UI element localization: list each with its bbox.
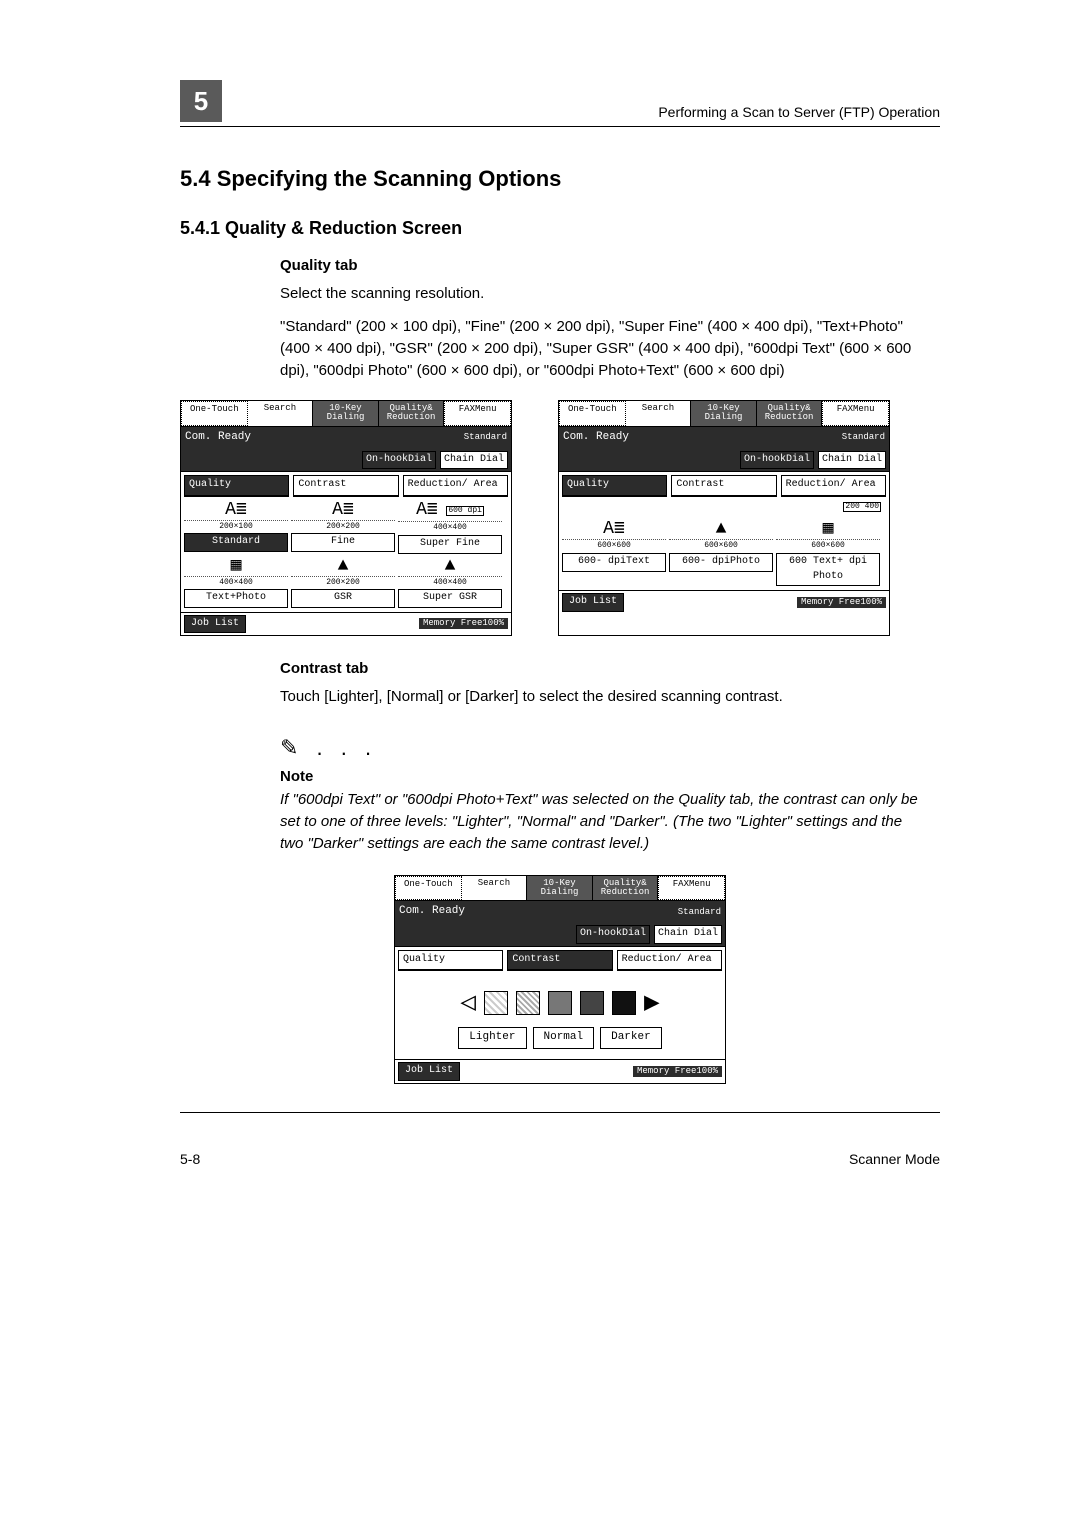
contrast-step <box>484 991 508 1015</box>
dpi-chip[interactable]: 200 400 <box>843 502 881 512</box>
lcd-tab-search[interactable]: Search <box>462 876 528 901</box>
note-icon: ✎ . . . <box>280 732 940 764</box>
memory-indicator: Memory Free100% <box>633 1066 722 1077</box>
opt-600photo[interactable]: ▲ 600×600 600- dpiPhoto <box>669 520 773 586</box>
lcd-tab-10key[interactable]: 10-Key Dialing <box>313 401 379 426</box>
page-footer: 5-8 Scanner Mode <box>180 1112 940 1169</box>
lcd-status: Com. Ready <box>399 904 465 920</box>
contrast-body: Touch [Lighter], [Normal] or [Darker] to… <box>280 686 920 708</box>
contrast-step <box>612 991 636 1015</box>
onhookdial-button[interactable]: On-hookDial <box>740 451 814 470</box>
quality-tab-heading: Quality tab <box>280 255 940 277</box>
darker-button[interactable]: Darker <box>600 1027 662 1049</box>
note-heading: Note <box>280 766 940 788</box>
normal-button[interactable]: Normal <box>533 1027 595 1049</box>
lcd-tab-quality-reduction[interactable]: Quality& Reduction <box>593 876 659 901</box>
lcd-panel-quality-1: One-Touch Search 10-Key Dialing Quality&… <box>180 400 512 636</box>
lcd-tab-search[interactable]: Search <box>248 401 314 426</box>
photo-icon: ▲ <box>398 557 502 575</box>
memory-indicator: Memory Free100% <box>797 597 886 608</box>
lcd-status: Com. Ready <box>185 430 251 446</box>
chaindial-button[interactable]: Chain Dial <box>654 925 722 944</box>
mixed-icon: ▦ <box>776 520 880 538</box>
lcd-mode: Standard <box>678 906 721 919</box>
dpi-chip[interactable]: 600 dpi <box>446 506 484 516</box>
page-header: 5 Performing a Scan to Server (FTP) Oper… <box>180 80 940 127</box>
text-icon: A≣ <box>184 501 288 519</box>
contrast-step <box>548 991 572 1015</box>
page-number: 5-8 <box>180 1149 200 1169</box>
lcd-panel-quality-2: One-Touch Search 10-Key Dialing Quality&… <box>558 400 890 636</box>
opt-standard[interactable]: A≣ 200×100 Standard <box>184 501 288 554</box>
subtab-contrast[interactable]: Contrast <box>293 475 398 497</box>
joblist-button[interactable]: Job List <box>562 593 624 612</box>
chaindial-button[interactable]: Chain Dial <box>440 451 508 470</box>
opt-superfine[interactable]: A≣ 600 dpi 400×400 Super Fine <box>398 501 502 554</box>
contrast-right-icon: ▶ <box>644 992 660 1014</box>
subtab-quality[interactable]: Quality <box>562 475 667 497</box>
section-heading: 5.4 Specifying the Scanning Options <box>180 163 940 195</box>
lcd-tab-onetouch[interactable]: One-Touch <box>395 876 462 901</box>
opt-600textphoto[interactable]: ▦ 600×600 600 Text+ dpi Photo <box>776 520 880 586</box>
subtab-quality[interactable]: Quality <box>398 950 503 972</box>
lcd-tab-onetouch[interactable]: One-Touch <box>181 401 248 426</box>
photo-icon: ▲ <box>669 520 773 538</box>
lcd-status: Com. Ready <box>563 430 629 446</box>
lcd-tab-10key[interactable]: 10-Key Dialing <box>691 401 757 426</box>
joblist-button[interactable]: Job List <box>398 1062 460 1081</box>
photo-icon: ▲ <box>291 557 395 575</box>
lcd-tab-faxmenu[interactable]: FAXMenu <box>658 876 725 901</box>
subtab-reduction[interactable]: Reduction/ Area <box>617 950 722 972</box>
text-icon: A≣ <box>291 501 395 519</box>
subtab-quality[interactable]: Quality <box>184 475 289 497</box>
contrast-scale: ◁ ▶ <box>401 991 719 1015</box>
text-icon: A≣ <box>416 500 438 520</box>
contrast-step <box>580 991 604 1015</box>
contrast-step <box>516 991 540 1015</box>
opt-supergsr[interactable]: ▲ 400×400 Super GSR <box>398 557 502 608</box>
contrast-tab-heading: Contrast tab <box>280 658 940 680</box>
subtab-contrast[interactable]: Contrast <box>671 475 776 497</box>
contrast-left-icon: ◁ <box>460 992 476 1014</box>
lighter-button[interactable]: Lighter <box>458 1027 526 1049</box>
opt-gsr[interactable]: ▲ 200×200 GSR <box>291 557 395 608</box>
opt-fine[interactable]: A≣ 200×200 Fine <box>291 501 395 554</box>
chapter-tab: 5 <box>180 80 222 122</box>
lcd-tab-faxmenu[interactable]: FAXMenu <box>444 401 511 426</box>
quality-body-1: Select the scanning resolution. <box>280 283 920 305</box>
lcd-mode: Standard <box>842 431 885 444</box>
subtab-reduction[interactable]: Reduction/ Area <box>781 475 886 497</box>
onhookdial-button[interactable]: On-hookDial <box>362 451 436 470</box>
lcd-mode: Standard <box>464 431 507 444</box>
lcd-tab-quality-reduction[interactable]: Quality& Reduction <box>379 401 445 426</box>
opt-600text[interactable]: A≣ 600×600 600- dpiText <box>562 520 666 586</box>
lcd-tab-onetouch[interactable]: One-Touch <box>559 401 626 426</box>
quality-body-2: "Standard" (200 × 100 dpi), "Fine" (200 … <box>280 316 920 381</box>
mixed-icon: ▦ <box>184 557 288 575</box>
lcd-tab-quality-reduction[interactable]: Quality& Reduction <box>757 401 823 426</box>
subtab-reduction[interactable]: Reduction/ Area <box>403 475 508 497</box>
memory-indicator: Memory Free100% <box>419 618 508 629</box>
note-body: If "600dpi Text" or "600dpi Photo+Text" … <box>280 789 920 854</box>
lcd-panel-contrast: One-Touch Search 10-Key Dialing Quality&… <box>394 875 726 1084</box>
text-icon: A≣ <box>562 520 666 538</box>
joblist-button[interactable]: Job List <box>184 615 246 634</box>
running-title: Performing a Scan to Server (FTP) Operat… <box>658 102 940 122</box>
lcd-tab-search[interactable]: Search <box>626 401 692 426</box>
lcd-tab-10key[interactable]: 10-Key Dialing <box>527 876 593 901</box>
opt-textphoto[interactable]: ▦ 400×400 Text+Photo <box>184 557 288 608</box>
chaindial-button[interactable]: Chain Dial <box>818 451 886 470</box>
lcd-tab-faxmenu[interactable]: FAXMenu <box>822 401 889 426</box>
subsection-heading: 5.4.1 Quality & Reduction Screen <box>180 215 940 241</box>
footer-title: Scanner Mode <box>849 1149 940 1169</box>
subtab-contrast[interactable]: Contrast <box>507 950 612 972</box>
onhookdial-button[interactable]: On-hookDial <box>576 925 650 944</box>
